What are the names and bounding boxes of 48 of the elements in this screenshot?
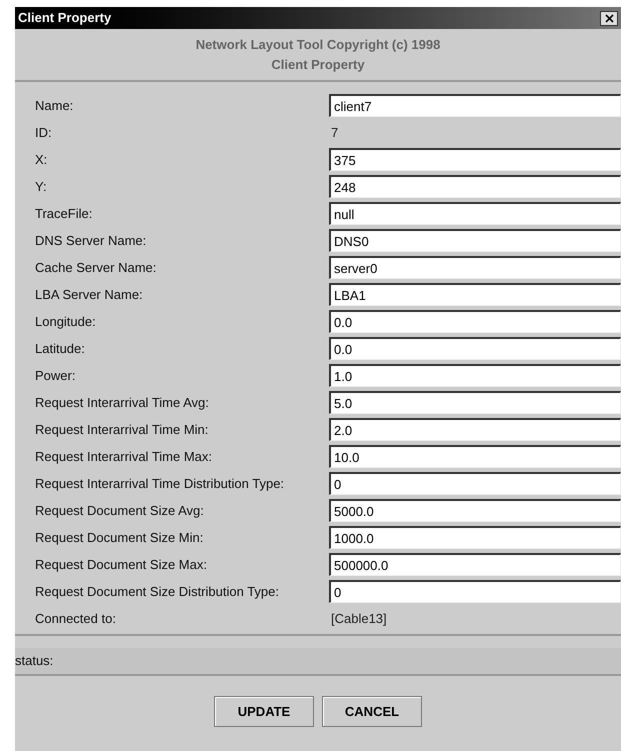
input-field[interactable]: 500000.0	[329, 553, 621, 576]
field-label: X:	[34, 150, 48, 169]
field-label: TraceFile:	[34, 204, 94, 223]
input-field[interactable]: 375	[329, 148, 621, 171]
field-value: [Cable13]	[330, 610, 387, 628]
field-label: Request Interarrival Time Avg:	[34, 394, 210, 412]
field-label: DNS Server Name:	[34, 232, 148, 250]
input-field[interactable]: 0	[329, 472, 621, 495]
field-label: Request Interarrival Time Max:	[34, 448, 214, 466]
field-label: Request Document Size Max:	[34, 556, 208, 574]
input-field[interactable]: 1000.0	[329, 526, 621, 549]
field-label: Latitude:	[34, 340, 86, 358]
input-field[interactable]: 5.0	[329, 391, 621, 414]
close-icon	[604, 14, 614, 22]
input-field[interactable]: DNS0	[329, 229, 621, 252]
field-label: Request Interarrival Time Distribution Type:	[34, 474, 286, 493]
header-text: Network Layout Tool Copyright (c) 1998	[196, 36, 440, 54]
close-button[interactable]	[600, 10, 618, 26]
input-field[interactable]: 248	[329, 175, 621, 198]
field-label: Request Document Size Distribution Type:	[34, 582, 280, 601]
input-field[interactable]: null	[329, 202, 621, 225]
input-field[interactable]: 10.0	[329, 445, 621, 468]
field-label: LBA Server Name:	[34, 286, 144, 304]
header-text: Client Property	[271, 56, 365, 74]
input-field[interactable]: 1.0	[329, 364, 621, 387]
field-label: Request Interarrival Time Min:	[34, 420, 210, 439]
field-value: 7	[330, 124, 338, 142]
field-label: Cache Server Name:	[34, 258, 158, 277]
input-field[interactable]: LBA1	[329, 283, 621, 306]
field-label: ID:	[34, 124, 53, 142]
input-field[interactable]: 5000.0	[329, 499, 621, 522]
field-label: Request Document Size Avg:	[34, 502, 205, 520]
input-field[interactable]: server0	[329, 256, 621, 279]
field-label: Y:	[34, 178, 48, 196]
field-label: Power:	[34, 366, 76, 385]
input-field[interactable]: 2.0	[329, 418, 621, 441]
window-title: Client Property	[18, 9, 112, 28]
field-label: Longitude:	[34, 312, 97, 331]
input-field[interactable]: client7	[329, 94, 621, 117]
dialog-button[interactable]: CANCEL	[322, 696, 422, 727]
field-label: Name:	[34, 96, 74, 115]
status-label: status:	[15, 652, 54, 670]
field-label: Connected to:	[34, 610, 117, 628]
field-label: Request Document Size Min:	[34, 528, 204, 547]
input-field[interactable]: 0.0	[329, 337, 621, 360]
input-field[interactable]: 0.0	[329, 310, 621, 333]
dialog-button[interactable]: UPDATE	[214, 696, 314, 727]
input-field[interactable]: 0	[329, 580, 621, 603]
